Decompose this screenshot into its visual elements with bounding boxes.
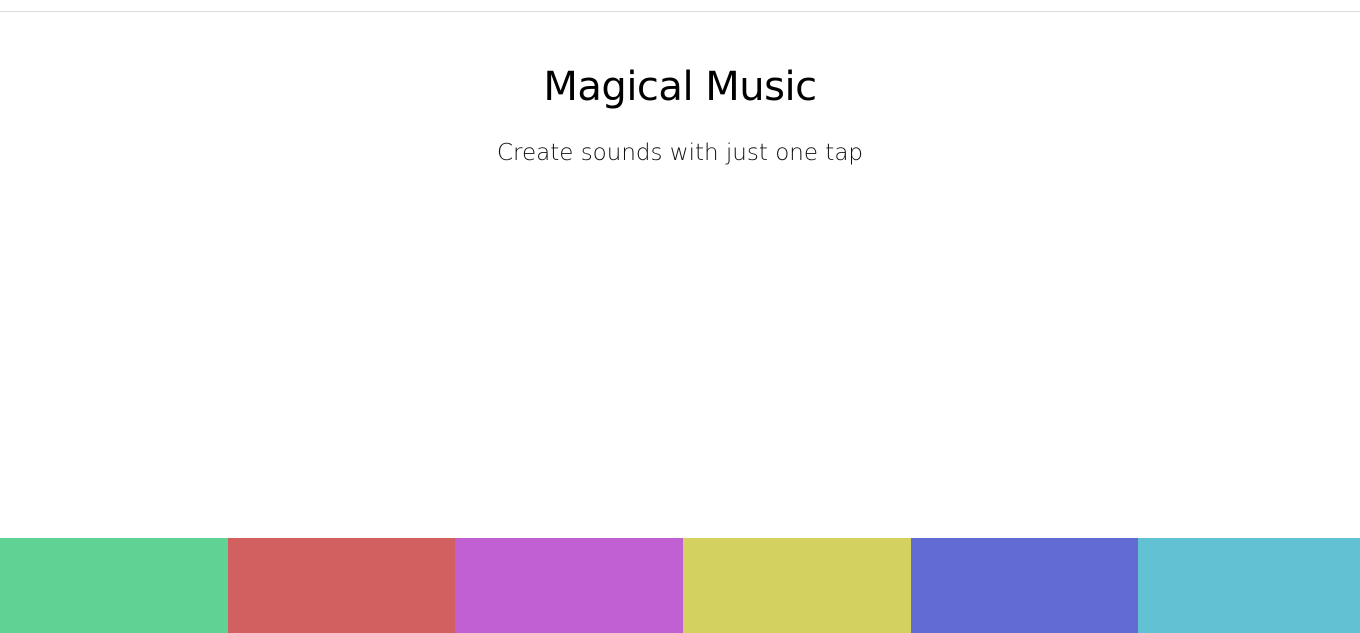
sound-pad-blue[interactable]: [911, 538, 1138, 633]
page-subtitle: Create sounds with just one tap: [496, 140, 864, 166]
page-header: Magical Music Create sounds with just on…: [0, 60, 1360, 168]
sound-pad-yellow[interactable]: [683, 538, 911, 633]
sound-pad-cyan[interactable]: [1138, 538, 1360, 633]
sound-pad-purple[interactable]: [455, 538, 683, 633]
browser-top-strip: [0, 0, 1360, 12]
sound-pads: [0, 538, 1360, 633]
sound-pad-red[interactable]: [228, 538, 455, 633]
sound-pad-green[interactable]: [0, 538, 228, 633]
page-title: Magical Music: [543, 64, 817, 110]
